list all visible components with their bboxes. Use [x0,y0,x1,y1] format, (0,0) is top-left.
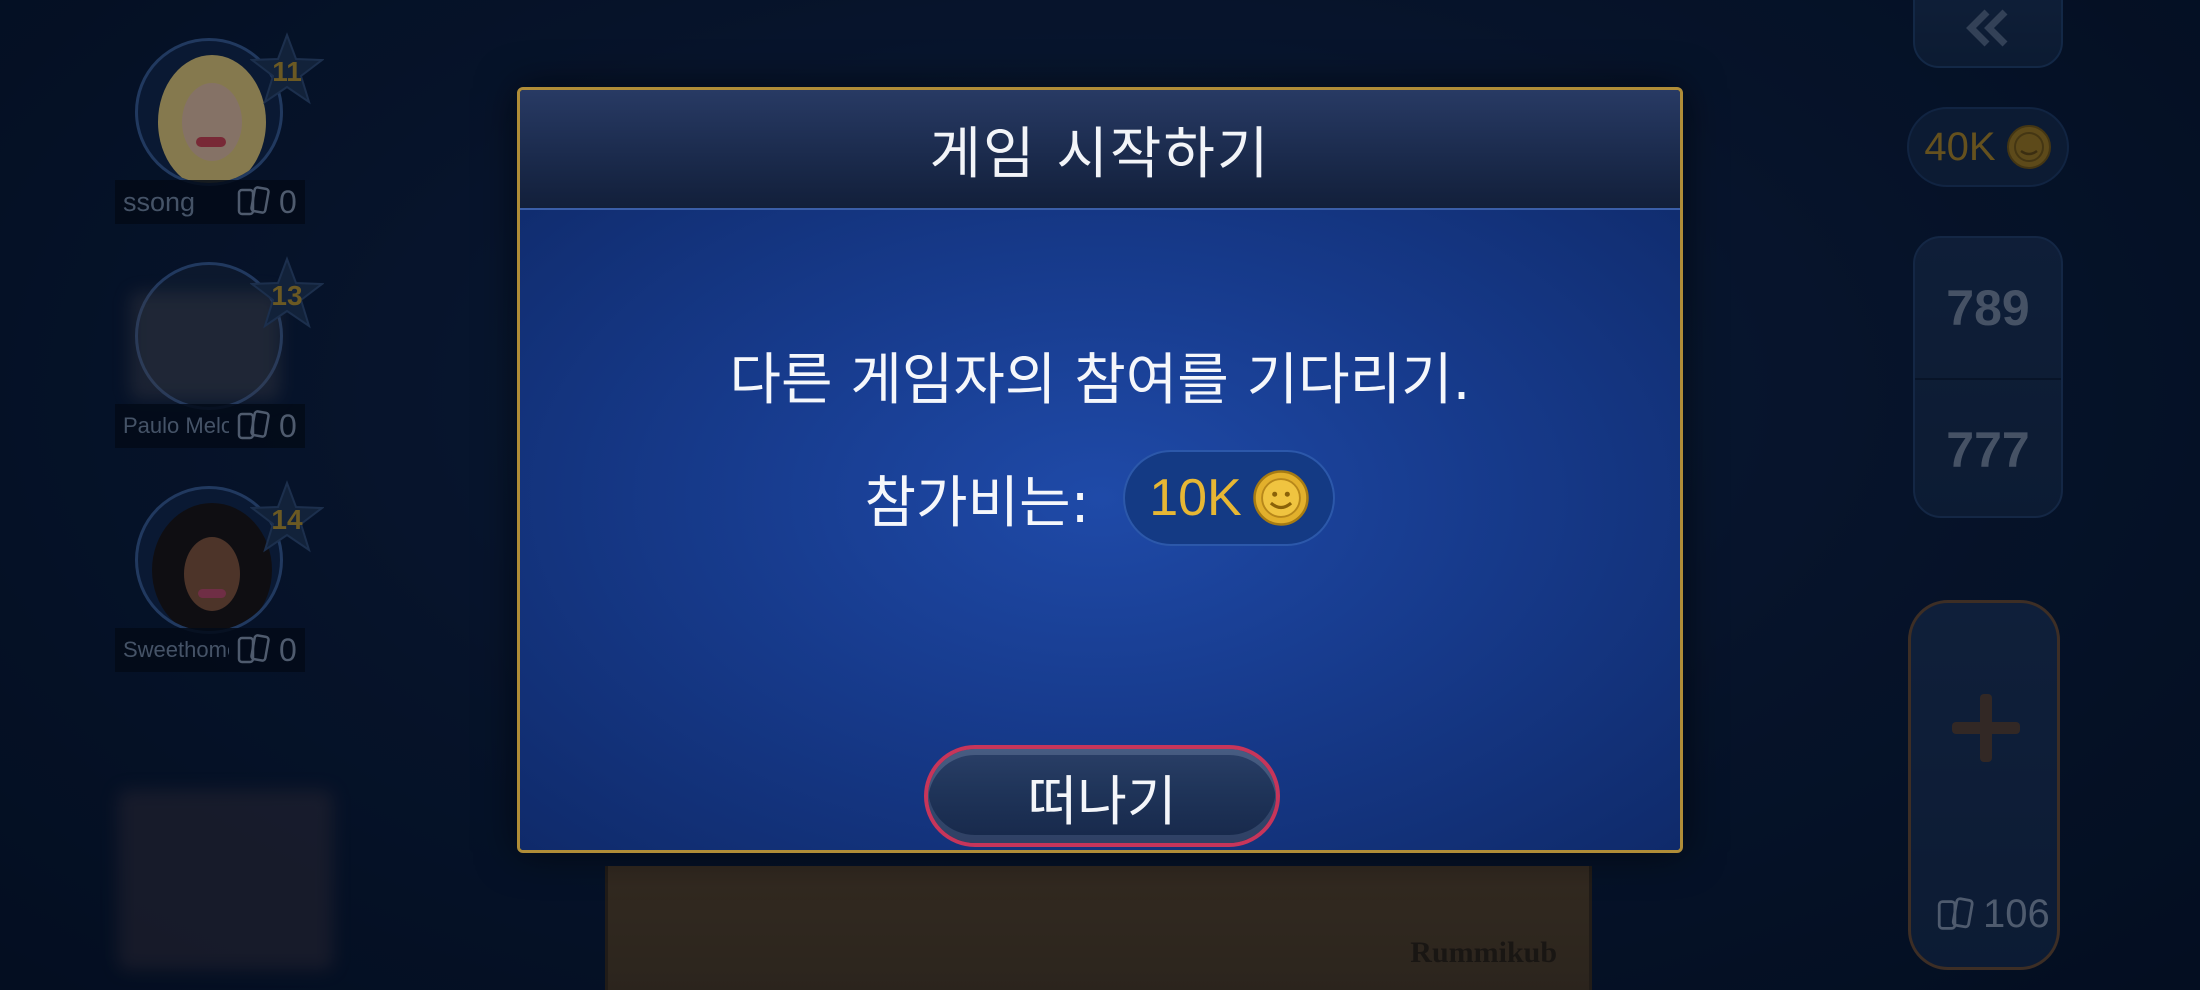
entry-fee-pill: 10K [1123,450,1336,546]
entry-fee-row: 참가비는: 10K [520,450,1680,546]
player-level: 13 [271,280,303,311]
start-game-dialog: 게임 시작하기 다른 게임자의 참여를 기다리기. 참가비는: 10K 떠나기 [517,87,1683,853]
level-star-icon: 14 [249,480,325,554]
score-value: 777 [1946,422,2030,478]
draw-tile-button[interactable]: 106 [1908,600,2060,970]
tiles-icon [1937,896,1974,930]
level-star-icon: 11 [249,32,325,106]
score-value: 789 [1946,280,2030,336]
player-tile-count: 0 [279,407,297,444]
rack-logo: Rummikub [1410,936,1557,969]
entry-fee-label: 참가비는: [864,470,1090,536]
dialog-title: 게임 시작하기 [929,121,1271,187]
coin-icon [2006,125,2051,169]
dialog-header: 게임 시작하기 [520,90,1680,210]
player-name: ssong [123,186,196,217]
back-button[interactable] [1913,0,2063,68]
tiles-icon [237,186,270,216]
plus-icon [1952,694,2020,762]
double-chevron-left-icon [1966,9,2008,47]
tiles-icon [237,634,270,664]
tiles-icon [237,410,270,440]
player-level: 14 [271,504,303,535]
player-nameplate: Sweethome 0 [115,628,305,672]
tile-rack[interactable]: Rummikub [605,866,1592,990]
coin-amount: 40K [1924,124,1996,169]
leave-button[interactable]: 떠나기 [924,745,1280,847]
player-tile-count: 0 [279,631,297,668]
pool-count: 106 [1983,892,2050,936]
dialog-body: 다른 게임자의 참여를 기다리기. 참가비는: 10K 떠나기 [520,210,1680,850]
player-level: 11 [272,56,302,87]
entry-fee-amount: 10K [1149,469,1242,527]
leave-button-label: 떠나기 [1027,769,1177,833]
score-panel[interactable]: 789 777 [1913,236,2063,518]
tile-pool: 106 [1937,892,2050,937]
coin-icon [1252,470,1309,526]
waiting-message: 다른 게임자의 참여를 기다리기. [729,348,1471,413]
player-nameplate: Paulo Melo 0 [115,404,305,448]
player-nameplate: ssong 0 [115,180,305,224]
coin-balance: 40K [1907,107,2069,187]
level-star-icon: 13 [249,256,325,330]
player-name: Sweethome [123,637,229,662]
player-tile-count: 0 [279,183,297,220]
player-name: Paulo Melo [123,413,229,438]
blurred-player-4 [118,790,333,970]
